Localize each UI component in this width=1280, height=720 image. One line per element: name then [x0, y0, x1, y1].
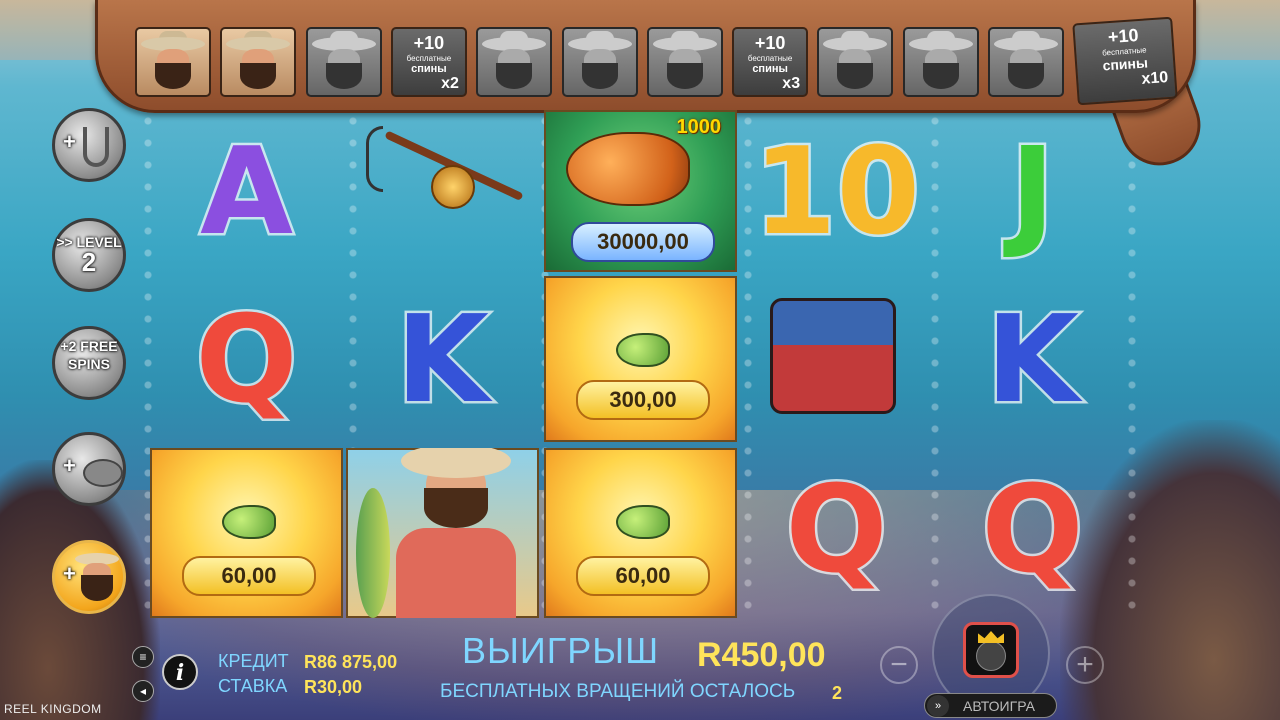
progress-fisherman-slot [646, 27, 723, 97]
free-spins-label-line2: SPINS [67, 356, 110, 372]
win-value: R450,00 [697, 636, 826, 674]
symbol-cell: K [936, 278, 1129, 443]
extra-hook-button[interactable]: + [52, 108, 126, 182]
symbol-cell: K [346, 278, 539, 443]
menu-icon[interactable]: ≡ [132, 646, 154, 668]
bonus-plus: +10 [413, 33, 445, 53]
progress-bonus-slot: +10 бесплатные спины x3 [732, 27, 809, 97]
symbol-cell: J [936, 110, 1129, 275]
progress-fisherman-slot [220, 27, 297, 97]
fisherman-icon [567, 31, 632, 91]
bet-value: R30,00 [304, 677, 363, 697]
hook-icon [83, 127, 109, 167]
extra-fisherman-button[interactable]: + [52, 540, 126, 614]
progress-fisherman-slot [902, 27, 979, 97]
symbol-cell: Q [936, 448, 1129, 613]
extra-fish-button[interactable]: + [52, 432, 126, 506]
fish-money-symbol: 300,00 [544, 276, 737, 442]
fisherman-icon [652, 31, 717, 91]
fish-money-symbol: 60,00 [544, 448, 737, 618]
bonus-word: спины [752, 63, 788, 75]
symbol-k: K [394, 290, 492, 430]
bet-decrease-button[interactable]: − [880, 646, 918, 684]
bonus-small: бесплатные [747, 54, 793, 63]
bonus-plus: +10 [754, 33, 786, 53]
fisherman-icon [994, 31, 1058, 91]
bet-increase-button[interactable]: + [1066, 646, 1104, 684]
fish-value: 60,00 [576, 556, 710, 596]
win-label: ВЫИГРЫШ [462, 630, 660, 671]
plus-icon: + [63, 561, 76, 586]
brand-logo: REEL KINGDOM [4, 702, 102, 716]
progress-fisherman-slot [476, 27, 553, 97]
golden-fish-icon [566, 132, 690, 206]
bonus-small: бесплатные [406, 54, 452, 63]
credit-value: R86 875,00 [304, 652, 398, 672]
fish-icon [616, 505, 670, 539]
info-button[interactable]: i [162, 654, 198, 690]
symbol-cell: Q [150, 278, 343, 443]
symbol-j: J [1008, 122, 1058, 262]
fish-icon [222, 505, 276, 539]
symbol-cell: Q [740, 448, 933, 613]
free-spins-remaining-value: 2 [832, 683, 843, 703]
fisherman-icon [226, 31, 291, 91]
fisherman-icon [823, 31, 888, 91]
progress-fisherman-slot [817, 27, 894, 97]
gorilla-logo-icon [976, 641, 1006, 671]
symbol-q: Q [193, 290, 300, 430]
symbol-k: K [984, 290, 1082, 430]
tackle-box-symbol [740, 278, 933, 443]
bonus-word: спины [411, 63, 447, 75]
free-spins-button[interactable]: +2 FREE SPINS [52, 326, 126, 400]
symbol-q: Q [979, 460, 1086, 600]
credit-label: КРЕДИТ [218, 651, 289, 671]
autoplay-label: АВТОИГРА [963, 697, 1035, 714]
free-spins-remaining-label: БЕСПЛАТНЫХ ВРАЩЕНИЙ ОСТАЛОСЬ [440, 681, 796, 702]
level-button[interactable]: >> LEVEL 2 [52, 218, 126, 292]
big-fish-value: 30000,00 [571, 222, 715, 262]
fisherman-icon [141, 31, 205, 91]
autoplay-icon: » [927, 694, 949, 717]
progress-final-bonus-slot: +10 бесплатные спины x10 [1072, 16, 1178, 106]
crown-icon [978, 631, 1004, 643]
symbol-cell: A [150, 110, 343, 275]
progress-fisherman-slot [988, 27, 1064, 97]
symbol-10: 10 [751, 122, 923, 262]
free-spins-label-line1: +2 FREE [60, 338, 118, 354]
progress-fisherman-slot [561, 27, 638, 97]
fish-icon [83, 459, 123, 487]
fisherman-icon [482, 31, 547, 91]
symbol-q: Q [783, 460, 890, 600]
bet-label: СТАВКА [218, 676, 288, 696]
progress-fisherman-slot [305, 27, 382, 97]
progress-bonus-slot: +10 бесплатные спины x2 [390, 27, 467, 97]
fisherman-icon [75, 553, 119, 605]
plus-icon: + [63, 129, 76, 154]
symbol-a: A [198, 122, 296, 262]
big-fish-multiplier: 1000 [676, 116, 722, 138]
autoplay-button[interactable]: » АВТОИГРА [924, 693, 1057, 718]
bonus-multiplier: x2 [441, 75, 459, 92]
fish-value: 300,00 [576, 380, 710, 420]
fisherman-icon [908, 31, 973, 91]
fishing-rod-symbol [346, 110, 539, 275]
progress-fisherman-slot [135, 27, 211, 97]
fisherman-symbol [346, 448, 539, 618]
symbol-cell [346, 110, 539, 275]
symbol-cell: 10 [740, 110, 933, 275]
symbol-cell [740, 278, 933, 443]
plus-icon: + [63, 453, 76, 478]
bonus-multiplier: x3 [782, 75, 801, 92]
level-value: 2 [81, 247, 97, 277]
spin-button[interactable] [963, 622, 1019, 678]
fisherman-icon [311, 31, 376, 91]
fish-money-symbol: 60,00 [150, 448, 343, 618]
sound-icon[interactable]: ◂ [132, 680, 154, 702]
fish-icon [616, 333, 670, 367]
reel-grid: A 1000 30000,00 10 J Q K 300,00 K 60,00 [150, 110, 1130, 620]
fish-value: 60,00 [182, 556, 316, 596]
big-fish-money-symbol: 1000 30000,00 [544, 110, 737, 272]
